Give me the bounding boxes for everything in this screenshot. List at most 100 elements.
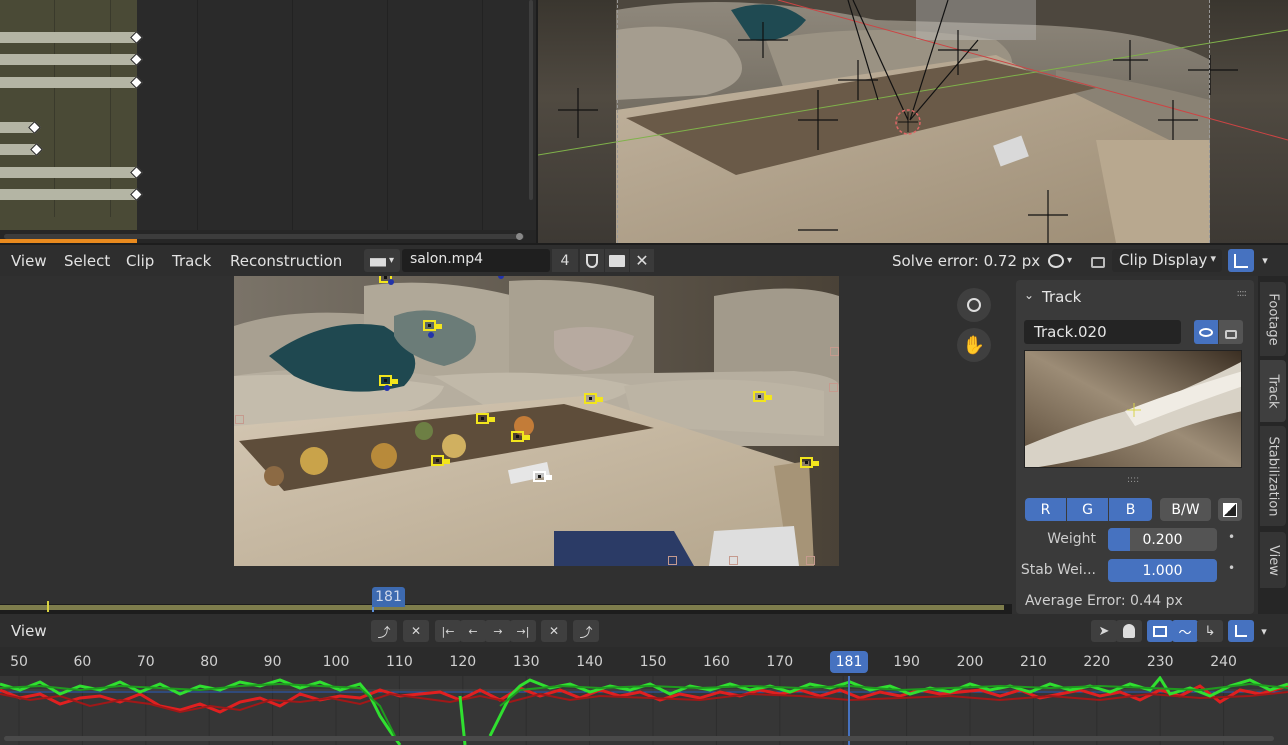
panel-title[interactable]: Track: [1042, 288, 1081, 306]
stab-weight-label: Stab Wei...: [1020, 562, 1096, 578]
clip-name-field[interactable]: salon.mp4: [402, 249, 550, 272]
track-marker[interactable]: [584, 393, 597, 404]
ghost-icon: [1123, 624, 1135, 638]
open-clip-button[interactable]: [605, 249, 629, 272]
gizmo-icon: [1235, 625, 1247, 637]
disabled-track-marker[interactable]: [830, 347, 839, 356]
weight-slider[interactable]: 0.200: [1108, 528, 1217, 551]
graph-next-segment-button[interactable]: →: [485, 620, 511, 642]
dopesheet-vertical-scrollbar[interactable]: [529, 0, 533, 200]
frame-tick-label: 170: [766, 654, 794, 670]
clip-frame-scrubber[interactable]: 181: [0, 586, 1004, 612]
track-name-field[interactable]: Track.020: [1024, 320, 1181, 344]
track-point: [388, 279, 394, 285]
clip-users-count[interactable]: 4: [552, 249, 578, 272]
show-hidden-toggle[interactable]: [1116, 620, 1142, 642]
invert-icon: [1223, 502, 1237, 517]
folder-icon: [609, 254, 625, 267]
track-marker[interactable]: [476, 413, 489, 424]
channel-b-toggle[interactable]: B: [1109, 498, 1152, 521]
show-graph-toggle[interactable]: [1228, 249, 1254, 272]
clapperboard-icon: [369, 258, 386, 267]
graph-prev-segment-button[interactable]: ←: [460, 620, 486, 642]
keyframe-hold-bar: [0, 189, 137, 200]
gizmo-options-dropdown[interactable]: ▾: [1256, 249, 1274, 272]
graph-jump-end-button[interactable]: →|: [510, 620, 536, 642]
graph-menu-view[interactable]: View: [11, 622, 47, 640]
disabled-track-marker[interactable]: [235, 415, 244, 424]
graph-delete-curve-button[interactable]: ✕: [403, 620, 429, 642]
clip-editor-main-region[interactable]: ✋: [0, 276, 1012, 604]
menu-clip[interactable]: Clip: [126, 252, 154, 270]
drag-handle-icon[interactable]: ::::: [1237, 288, 1248, 299]
resize-handle-icon[interactable]: ::::: [1127, 475, 1139, 485]
only-selected-toggle[interactable]: ➤: [1091, 620, 1117, 642]
track-marker-selected[interactable]: [533, 471, 546, 482]
dopesheet-frame-range-indicator: [0, 239, 137, 243]
graph-horizontal-scrollbar[interactable]: [4, 736, 1274, 741]
clip-display-dropdown[interactable]: Clip Display ▾: [1112, 249, 1222, 272]
tab-track[interactable]: Track: [1260, 360, 1286, 422]
show-error-curve-toggle[interactable]: ↳: [1197, 620, 1223, 642]
lock-selection-toggle[interactable]: [1086, 249, 1110, 272]
invert-preview-toggle[interactable]: [1218, 498, 1242, 521]
menu-select[interactable]: Select: [64, 252, 110, 270]
show-frames-toggle[interactable]: [1147, 620, 1173, 642]
channel-bw-toggle[interactable]: B/W: [1160, 498, 1211, 521]
track-marker[interactable]: [753, 391, 766, 402]
tab-footage[interactable]: Footage: [1260, 282, 1286, 356]
graph-gizmo-toggle[interactable]: [1228, 620, 1254, 642]
graph-view-all-button[interactable]: ⤴: [573, 620, 599, 642]
disabled-track-marker[interactable]: [806, 556, 815, 565]
clip-footage-frame[interactable]: [234, 276, 839, 566]
tab-view[interactable]: View: [1260, 532, 1286, 588]
disabled-track-marker[interactable]: [829, 383, 838, 392]
graph-curves-area[interactable]: [0, 676, 1288, 745]
chevron-down-icon[interactable]: ⌄: [1024, 288, 1034, 302]
disabled-track-marker[interactable]: [729, 556, 738, 565]
pan-button[interactable]: ✋: [957, 328, 991, 362]
dopesheet-editor[interactable]: [0, 0, 536, 243]
track-marker[interactable]: [511, 431, 524, 442]
graph-jump-start-button[interactable]: |←: [435, 620, 461, 642]
track-lock-toggle[interactable]: [1219, 320, 1243, 344]
keyframe-dot-icon[interactable]: •: [1228, 530, 1235, 544]
stab-weight-slider[interactable]: 1.000: [1108, 559, 1217, 582]
frame-tick-label: 190: [893, 654, 920, 670]
graph-clear-button[interactable]: ✕: [541, 620, 567, 642]
pivot-point-dropdown[interactable]: ▾: [1040, 249, 1080, 272]
graph-select-path-button[interactable]: ⤴: [371, 620, 397, 642]
tab-stabilization[interactable]: Stabilization: [1260, 426, 1286, 526]
graph-frame-ruler[interactable]: 5060708090100110120130140150160170180190…: [0, 647, 1288, 676]
keyframe-hold-bar: [0, 54, 137, 65]
curve-view-icon: ⤴: [579, 625, 593, 641]
graph-current-frame-indicator[interactable]: 181: [830, 651, 868, 673]
menu-view[interactable]: View: [11, 252, 47, 270]
next-segment-icon: →: [493, 624, 503, 638]
zoom-button[interactable]: [957, 288, 991, 322]
channel-g-toggle[interactable]: G: [1067, 498, 1108, 521]
weight-label: Weight: [1047, 531, 1096, 547]
motion-curve-green[interactable]: [0, 676, 1288, 745]
3d-viewport[interactable]: [538, 0, 1288, 243]
current-frame-indicator[interactable]: 181: [372, 587, 405, 607]
clip-browse-button[interactable]: ▾: [364, 249, 400, 272]
keyframe-dot-icon[interactable]: •: [1228, 561, 1235, 575]
unlink-clip-button[interactable]: ✕: [630, 249, 654, 272]
menu-reconstruction[interactable]: Reconstruction: [230, 252, 342, 270]
fake-user-button[interactable]: [580, 249, 604, 272]
stab-weight-value: 1.000: [1142, 562, 1183, 579]
track-visibility-toggle[interactable]: [1194, 320, 1218, 344]
track-marker[interactable]: [423, 320, 436, 331]
disabled-track-marker[interactable]: [668, 556, 677, 565]
channel-r-toggle[interactable]: R: [1025, 498, 1066, 521]
track-marker[interactable]: [431, 455, 444, 466]
track-preview-image[interactable]: [1024, 350, 1242, 468]
menu-track[interactable]: Track: [172, 252, 211, 270]
track-marker[interactable]: [800, 457, 813, 468]
frame-tick-label: 70: [136, 654, 155, 670]
show-motion-curves-toggle[interactable]: 〜: [1172, 620, 1198, 642]
graph-gizmo-dropdown[interactable]: ▾: [1255, 620, 1273, 642]
frame-tick-label: 110: [386, 654, 413, 670]
hand-icon: ✋: [962, 334, 986, 356]
